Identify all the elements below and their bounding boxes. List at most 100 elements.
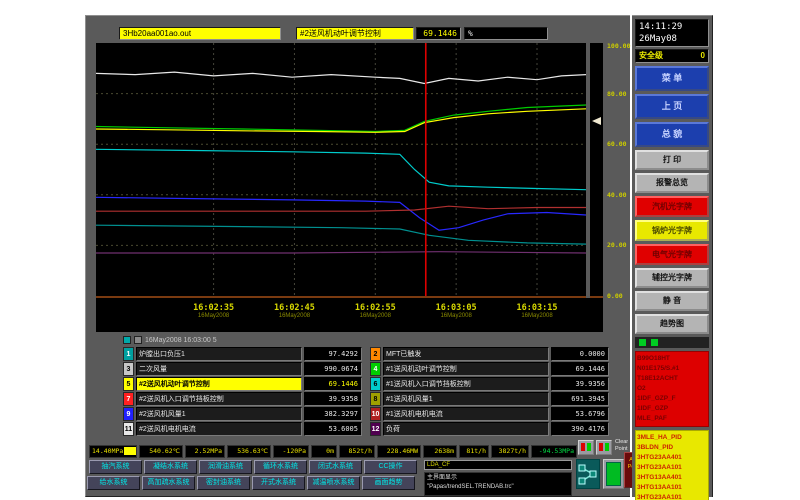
alarm-tag[interactable]: 1IDF_GZP_F bbox=[637, 394, 707, 404]
trend-line-4 bbox=[96, 149, 586, 189]
display-icon[interactable] bbox=[603, 459, 624, 489]
legend-row[interactable]: 6#1送风机入口调节挡板控制39.9356 bbox=[370, 377, 609, 391]
legend-row[interactable]: 8#1送风机风量1691.3945 bbox=[370, 392, 609, 406]
sidebar-button-10[interactable]: 静 音 bbox=[635, 291, 709, 311]
y-axis-label: 60.00 bbox=[607, 140, 627, 148]
nav-button-r1-2[interactable]: 凝结水系统 bbox=[144, 460, 197, 474]
sidebar-button-3[interactable]: 总 貌 bbox=[635, 122, 709, 147]
message-box: 主界面显示 "Papas/trendSEL.TRENDAB.trc" bbox=[424, 472, 572, 496]
alarm-tag[interactable]: O2 bbox=[637, 384, 707, 394]
clock-box: 14:11:29 26May08 bbox=[635, 19, 709, 47]
status-value-field: 2.52MPa bbox=[185, 445, 225, 458]
x-tick-time: 16:02:35 bbox=[193, 303, 234, 313]
alarm-tag[interactable]: 1IDF_GZP bbox=[637, 404, 707, 414]
nav-button-r1-6[interactable]: CC操作 bbox=[364, 460, 417, 474]
point-description-field[interactable]: #2送风机动叶调节控制 bbox=[296, 27, 414, 40]
alarm-tag[interactable]: 3HTG23AA101 bbox=[637, 463, 707, 473]
mini-tool-icon-1[interactable] bbox=[639, 339, 646, 346]
alarm-tag[interactable]: 3MLE_HA_PID bbox=[637, 433, 707, 443]
x-axis-tick: 16:03:0516May2008 bbox=[436, 303, 477, 319]
legend-point-label: MFT已触发 bbox=[383, 347, 549, 361]
nav-button-r1-1[interactable]: 抽汽系统 bbox=[89, 460, 142, 474]
sidebar-button-4[interactable]: 打 印 bbox=[635, 150, 709, 170]
legend-row[interactable]: 3二次风量990.0674 bbox=[123, 362, 362, 376]
y-axis-label: 100.00 bbox=[607, 42, 630, 50]
status-value-field: 14.40MPa bbox=[89, 445, 137, 458]
legend-point-label: #1送风机电机电流 bbox=[383, 407, 549, 421]
legend-row[interactable]: 1炉膛出口负压197.4292 bbox=[123, 347, 362, 361]
sidebar-button-5[interactable]: 报警总览 bbox=[635, 173, 709, 193]
network-icon[interactable] bbox=[576, 459, 600, 489]
legend-point-label: #1送风机风量1 bbox=[383, 392, 549, 406]
legend-row[interactable]: 7#2送风机入口调节挡板控制39.9358 bbox=[123, 392, 362, 406]
point-unit-field: % bbox=[464, 27, 548, 40]
value-marker-triangle[interactable] bbox=[592, 117, 601, 125]
nav-button-r2-3[interactable]: 密封油系统 bbox=[197, 476, 250, 490]
point-toggle-1[interactable] bbox=[578, 440, 594, 455]
info-tag-field[interactable]: LDA_CF bbox=[424, 460, 572, 470]
alarm-tag[interactable]: 3BLDN_PID bbox=[637, 443, 707, 453]
legend-pen-number: 6 bbox=[370, 377, 381, 391]
sidebar-button-11[interactable]: 趋势图 bbox=[635, 314, 709, 334]
x-tick-date: 16May2008 bbox=[436, 313, 477, 319]
legend-row[interactable]: 4#1送风机动叶调节控制69.1446 bbox=[370, 362, 609, 376]
point-value-field: 69.1446 bbox=[416, 27, 461, 40]
legend-pen-number: 9 bbox=[123, 407, 134, 421]
y-axis-label: 0.00 bbox=[607, 292, 623, 300]
sidebar-button-6[interactable]: 汽机光字牌 bbox=[635, 196, 709, 217]
status-value-field: 81t/h bbox=[459, 445, 489, 458]
alarm-tag[interactable]: N01E175/S.#1 bbox=[637, 364, 707, 374]
legend-header: 16May2008 16:03:00 5 bbox=[123, 335, 217, 345]
x-tick-date: 16May2008 bbox=[517, 313, 558, 319]
alarm-tag[interactable]: 3HTG23AA101 bbox=[637, 493, 707, 500]
x-tick-date: 16May2008 bbox=[193, 313, 234, 319]
legend-row[interactable]: 9#2送风机风量1382.3297 bbox=[123, 407, 362, 421]
alarm-tag[interactable]: 3HTG13AA401 bbox=[637, 473, 707, 483]
trend-plot[interactable] bbox=[96, 43, 586, 296]
legend-point-label: 炉膛出口负压1 bbox=[136, 347, 302, 361]
nav-row-1: 抽汽系统凝结水系统润滑油系统循环水系统闭式水系统CC操作 bbox=[89, 460, 417, 474]
mini-tool-icon-2[interactable] bbox=[651, 339, 658, 346]
legend-pen-number: 1 bbox=[123, 347, 134, 361]
unit-status-bar: 14.40MPa540.62℃2.52MPa536.63℃-120Pa0m852… bbox=[89, 445, 577, 458]
nav-button-r1-3[interactable]: 润滑油系统 bbox=[199, 460, 252, 474]
nav-button-r2-6[interactable]: 画面趋势 bbox=[362, 476, 415, 490]
nav-button-r1-4[interactable]: 循环水系统 bbox=[254, 460, 307, 474]
legend-tool-icon[interactable] bbox=[134, 336, 142, 344]
nav-button-r2-2[interactable]: 高加疏水系统 bbox=[142, 476, 195, 490]
sidebar-button-2[interactable]: 上 页 bbox=[635, 94, 709, 119]
legend-point-label: #2送风机入口调节挡板控制 bbox=[136, 392, 302, 406]
status-value-field: 536.63℃ bbox=[227, 445, 271, 458]
x-tick-time: 16:03:15 bbox=[517, 303, 558, 313]
sidebar-button-1[interactable]: 菜 单 bbox=[635, 66, 709, 91]
alarm-tag[interactable]: 3HTG23AA401 bbox=[637, 453, 707, 463]
nav-button-r2-5[interactable]: 减温喷水系统 bbox=[307, 476, 360, 490]
trend-line-5 bbox=[96, 197, 586, 230]
sidebar-button-8[interactable]: 电气光字牌 bbox=[635, 244, 709, 265]
nav-button-r2-4[interactable]: 开式水系统 bbox=[252, 476, 305, 490]
legend-row[interactable]: 12负荷390.4176 bbox=[370, 422, 609, 436]
nav-button-r1-5[interactable]: 闭式水系统 bbox=[309, 460, 362, 474]
point-toggle-2[interactable] bbox=[596, 440, 612, 455]
alarm-tag[interactable]: T18E12ACHT bbox=[637, 374, 707, 384]
nav-button-r2-1[interactable]: 给水系统 bbox=[87, 476, 140, 490]
alarm-tag-panel-red: B99O18HTN01E175/S.#1T18E12ACHTO21IDF_GZP… bbox=[635, 351, 709, 427]
status-value-field: 540.62℃ bbox=[139, 445, 183, 458]
alarm-tag[interactable]: 3HTG13AA101 bbox=[637, 483, 707, 493]
y-axis-label: 20.00 bbox=[607, 241, 627, 249]
legend-row[interactable]: 2MFT已触发0.0000 bbox=[370, 347, 609, 361]
alarm-tag[interactable]: B99O18HT bbox=[637, 354, 707, 364]
x-tick-time: 16:03:05 bbox=[436, 303, 477, 313]
legend-cursor-icon[interactable] bbox=[123, 336, 131, 344]
x-axis-tick: 16:03:1516May2008 bbox=[517, 303, 558, 319]
sidebar-button-9[interactable]: 辅控光字牌 bbox=[635, 268, 709, 288]
legend-row[interactable]: 10#1送风机电机电流53.6796 bbox=[370, 407, 609, 421]
alarm-tag[interactable]: MLE_PAF bbox=[637, 414, 707, 424]
legend-row[interactable]: 5#2送风机动叶调节控制69.1446 bbox=[123, 377, 362, 391]
point-tag-field[interactable]: 3Hb20aa001ao.out bbox=[119, 27, 281, 40]
message-line-1: 主界面显示 bbox=[427, 474, 569, 483]
sidebar-button-7[interactable]: 锅炉光字牌 bbox=[635, 220, 709, 241]
x-axis-strip: 16:02:3516May200816:02:4516May200816:02:… bbox=[96, 298, 603, 332]
trend-chart[interactable] bbox=[96, 43, 586, 298]
legend-row[interactable]: 11#2送风机电机电流53.6005 bbox=[123, 422, 362, 436]
